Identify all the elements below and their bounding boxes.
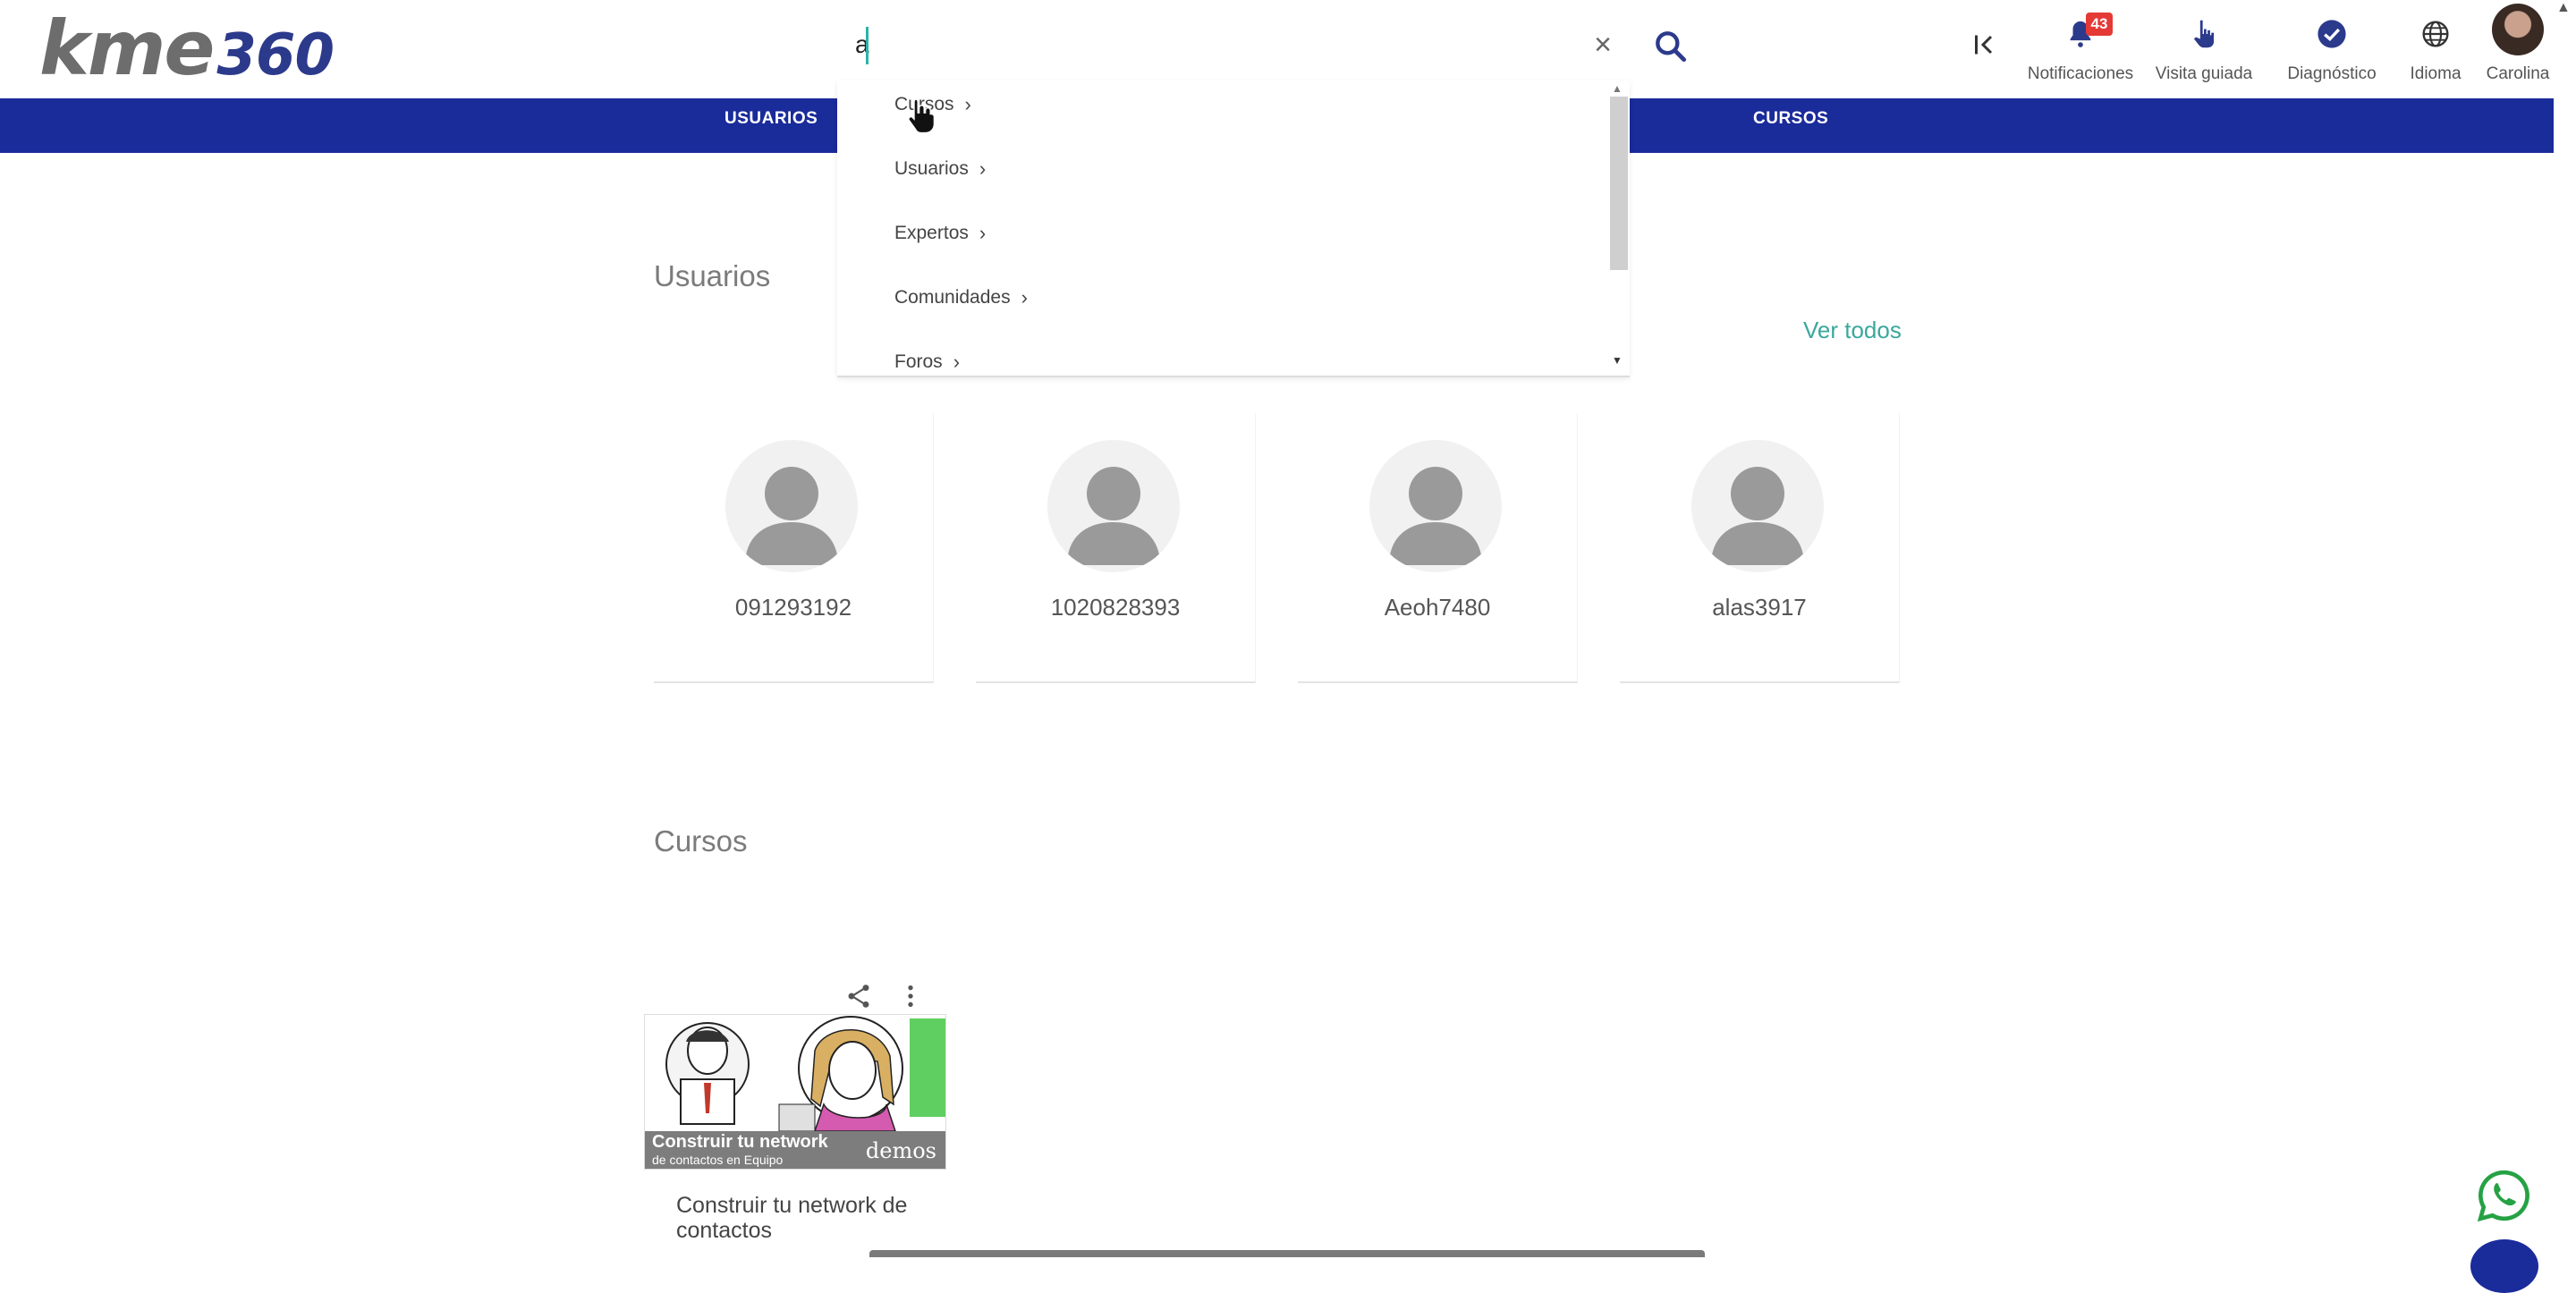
- user-menu[interactable]: Carolina: [2478, 16, 2558, 84]
- usuarios-section-title: Usuarios: [654, 259, 771, 292]
- course-thumbnail[interactable]: Construir tu network de contactos en Equ…: [644, 1014, 946, 1170]
- user-card[interactable]: 091293192: [654, 413, 934, 683]
- nav-item-cursos[interactable]: CURSOS: [1753, 98, 1828, 153]
- scroll-down-icon[interactable]: ▼: [1612, 354, 1623, 367]
- scroll-up-arrow[interactable]: ▲: [2556, 0, 2571, 16]
- language-button[interactable]: Idioma: [2406, 16, 2465, 84]
- user-name: Aeoh7480: [1384, 594, 1491, 621]
- more-vertical-icon: [908, 985, 913, 1007]
- course-image-caption: Construir tu network: [652, 1132, 828, 1152]
- course-image-subcaption: de contactos en Equipo: [652, 1153, 784, 1167]
- scroll-up-icon[interactable]: ▲: [1612, 82, 1623, 95]
- user-name: 1020828393: [1050, 594, 1181, 621]
- language-label: Idioma: [2410, 64, 2462, 83]
- collapse-left-icon: [1975, 35, 1993, 55]
- hand-pointer-icon: [2193, 20, 2215, 48]
- user-card[interactable]: alas3917: [1620, 413, 1900, 683]
- notifications-label: Notificaciones: [2027, 64, 2134, 83]
- user-name: 091293192: [734, 594, 852, 621]
- whatsapp-button[interactable]: [2476, 1168, 2531, 1223]
- chevron-right-icon: ›: [1021, 286, 1028, 308]
- diagnostic-button[interactable]: Diagnóstico: [2279, 16, 2385, 84]
- clear-search-button[interactable]: ×: [1585, 27, 1621, 63]
- user-card[interactable]: Aeoh7480: [1298, 413, 1578, 683]
- user-card[interactable]: 1020828393: [976, 413, 1256, 683]
- globe-icon: [2422, 21, 2449, 47]
- course-brand-logo: demos: [865, 1138, 936, 1163]
- diagnostic-label: Diagnóstico: [2287, 64, 2377, 83]
- default-avatar-icon: [1691, 440, 1824, 572]
- suggestion-usuarios[interactable]: Usuarios ›: [894, 157, 986, 181]
- chevron-right-icon: ›: [964, 93, 971, 115]
- share-button[interactable]: [844, 982, 873, 1015]
- whatsapp-icon: [2477, 1170, 2529, 1222]
- cursos-section-title: Cursos: [654, 824, 748, 858]
- default-avatar-icon: [725, 440, 858, 572]
- ver-todos-link[interactable]: Ver todos: [1803, 317, 1902, 344]
- suggestion-label: Usuarios: [894, 158, 969, 179]
- search-suggestions-dropdown: Cursos › Usuarios › Expertos › Comunidad…: [837, 80, 1630, 377]
- user-name: alas3917: [1712, 594, 1807, 621]
- nav-item-usuarios[interactable]: USUARIOS: [724, 98, 818, 153]
- suggestion-comunidades[interactable]: Comunidades ›: [894, 286, 1028, 309]
- suggestion-expertos[interactable]: Expertos ›: [894, 222, 986, 245]
- text-cursor: [866, 27, 869, 64]
- suggestion-label: Expertos: [894, 223, 969, 243]
- suggestion-foros[interactable]: Foros ›: [894, 351, 960, 374]
- user-name-label: Carolina: [2486, 64, 2550, 83]
- chevron-right-icon: ›: [953, 351, 961, 373]
- logo-text: kme: [39, 4, 215, 92]
- notification-count-badge: 43: [2086, 13, 2113, 36]
- logo-number: 360: [216, 22, 335, 89]
- chevron-right-icon: ›: [979, 157, 987, 180]
- guided-tour-button[interactable]: Visita guiada: [2150, 16, 2258, 84]
- collapse-sidebar-button[interactable]: [1970, 29, 2002, 61]
- search-button[interactable]: [1651, 27, 1690, 66]
- default-avatar-icon: [1047, 440, 1180, 572]
- search-icon: [1656, 31, 1687, 63]
- notifications-button[interactable]: Notificaciones: [2023, 16, 2138, 84]
- floating-action-button[interactable]: [2470, 1239, 2538, 1293]
- guided-tour-label: Visita guiada: [2155, 64, 2253, 83]
- kme360-logo[interactable]: kme 360: [39, 4, 335, 93]
- bottom-bar-handle: [869, 1250, 1705, 1257]
- chevron-right-icon: ›: [979, 222, 987, 244]
- hand-cursor-icon: [905, 97, 936, 139]
- check-circle-icon: [2318, 20, 2346, 48]
- suggestion-label: Foros: [894, 351, 943, 372]
- share-icon: [848, 985, 869, 1008]
- default-avatar-icon: [1369, 440, 1502, 572]
- more-options-button[interactable]: [898, 982, 923, 1015]
- suggestion-label: Comunidades: [894, 287, 1011, 308]
- course-title-link[interactable]: Construir tu network de contactos: [676, 1193, 909, 1243]
- dropdown-scrollbar-thumb[interactable]: [1610, 97, 1628, 270]
